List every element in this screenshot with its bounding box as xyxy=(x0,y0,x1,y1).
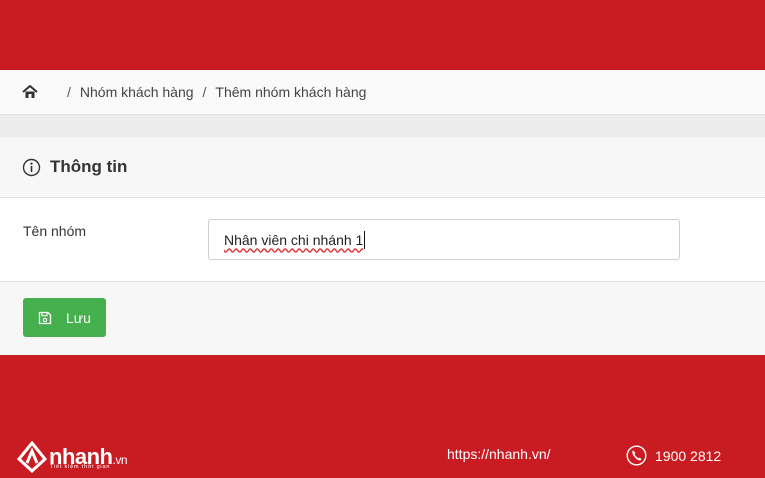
group-name-label: Tên nhóm xyxy=(23,223,87,239)
breadcrumb-item-customer-groups[interactable]: Nhóm khách hàng xyxy=(80,84,194,100)
footer-phone-number: 1900 2812 xyxy=(655,447,722,464)
breadcrumb-item-add-group: Thêm nhóm khách hàng xyxy=(215,84,367,100)
save-button[interactable]: Lưu xyxy=(23,298,106,337)
content-spacer xyxy=(0,115,765,137)
footer-phone[interactable]: 1900 2812 xyxy=(626,445,721,466)
logo-tagline: Tiết kiệm thời gian xyxy=(50,464,111,470)
card-footer: Lưu xyxy=(0,282,765,355)
nhanh-logo[interactable]: nhanh.vn Tiết kiệm thời gian xyxy=(17,438,127,476)
text-caret xyxy=(364,230,366,249)
logo-mark-icon xyxy=(17,441,47,473)
save-button-label: Lưu xyxy=(66,309,91,326)
card-title: Thông tin xyxy=(50,157,128,176)
logo-tld: .vn xyxy=(112,453,128,467)
info-circle-icon xyxy=(22,158,41,177)
home-icon[interactable] xyxy=(22,84,38,100)
group-name-input[interactable]: Nhân viên chi nhánh 1 xyxy=(208,219,680,260)
card-header: Thông tin xyxy=(0,137,765,198)
phone-icon xyxy=(626,445,647,466)
footer-website-link[interactable]: https://nhanh.vn/ xyxy=(447,446,551,462)
group-name-value: Nhân viên chi nhánh 1 xyxy=(224,231,364,248)
breadcrumb: / Nhóm khách hàng / Thêm nhóm khách hàng xyxy=(0,70,765,115)
breadcrumb-separator: / xyxy=(67,84,71,100)
card-body: Tên nhóm Nhân viên chi nhánh 1 xyxy=(0,198,765,282)
info-card: Thông tin Tên nhóm Nhân viên chi nhánh 1… xyxy=(0,137,765,355)
breadcrumb-separator: / xyxy=(202,84,207,100)
save-icon xyxy=(38,311,52,325)
